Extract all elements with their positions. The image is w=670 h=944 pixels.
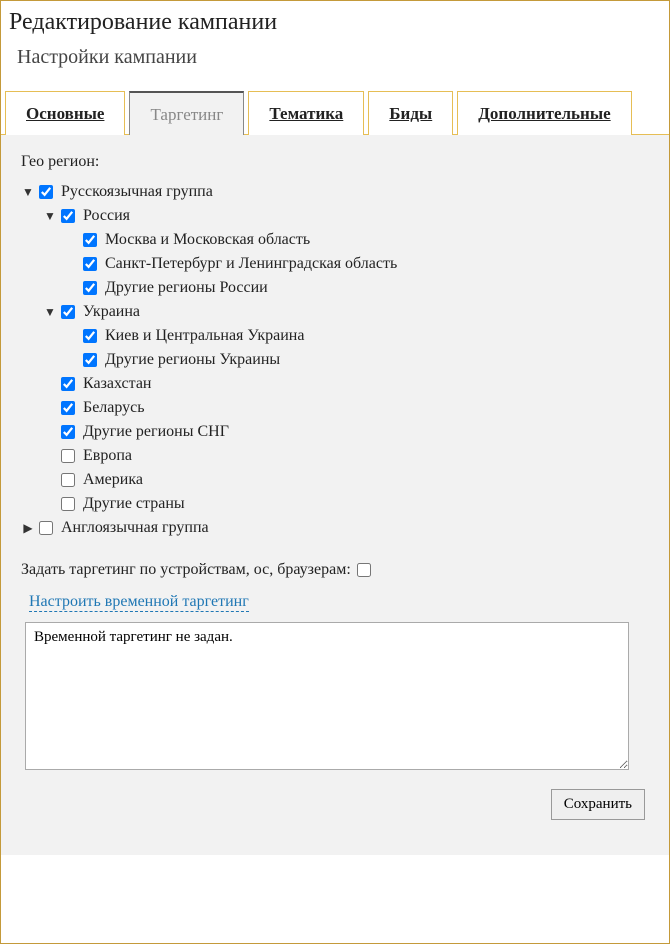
- geo-node-label: Америка: [83, 471, 143, 489]
- geo-node-label: Другие страны: [83, 495, 185, 513]
- geo-node-label: Русскоязычная группа: [61, 183, 213, 201]
- geo-checkbox[interactable]: [83, 353, 97, 367]
- geo-checkbox[interactable]: [39, 185, 53, 199]
- caret-right-icon[interactable]: ▶: [21, 521, 35, 536]
- geo-checkbox[interactable]: [61, 497, 75, 511]
- geo-node-label: Санкт-Петербург и Ленинградская область: [105, 255, 397, 273]
- tab-extra[interactable]: Дополнительные: [457, 91, 631, 135]
- geo-tree: ▼ Русскоязычная группа ▼ Россия ▶ Москва и Мо…: [21, 183, 649, 537]
- geo-checkbox[interactable]: [61, 425, 75, 439]
- geo-checkbox[interactable]: [61, 305, 75, 319]
- geo-checkbox[interactable]: [61, 449, 75, 463]
- geo-node-label: Англоязычная группа: [61, 519, 209, 537]
- geo-checkbox[interactable]: [61, 401, 75, 415]
- geo-node-label: Киев и Центральная Украина: [105, 327, 304, 345]
- time-targeting-link[interactable]: Настроить временной таргетинг: [29, 593, 249, 612]
- save-button[interactable]: Сохранить: [551, 789, 645, 820]
- caret-down-icon[interactable]: ▼: [21, 185, 35, 200]
- caret-down-icon[interactable]: ▼: [43, 209, 57, 224]
- geo-node-label: Москва и Московская область: [105, 231, 310, 249]
- geo-node-label: Европа: [83, 447, 132, 465]
- geo-node-label: Другие регионы Украины: [105, 351, 280, 369]
- tab-bar: ОсновныеТаргетингТематикаБидыДополнитель…: [1, 91, 669, 135]
- tab-main[interactable]: Основные: [5, 91, 125, 135]
- page-title: Редактирование кампании: [9, 9, 657, 36]
- tab-theme[interactable]: Тематика: [248, 91, 364, 135]
- geo-checkbox[interactable]: [83, 329, 97, 343]
- geo-node-label: Россия: [83, 207, 130, 225]
- tab-panel-targeting: Гео регион: ▼ Русскоязычная группа ▼ Россия…: [1, 135, 669, 855]
- geo-node-label: Казахстан: [83, 375, 151, 393]
- tab-bids[interactable]: Биды: [368, 91, 453, 135]
- device-targeting-label: Задать таргетинг по устройствам, ос, бра…: [21, 561, 351, 579]
- geo-node-label: Беларусь: [83, 399, 145, 417]
- geo-node-label: Другие регионы России: [105, 279, 268, 297]
- geo-checkbox[interactable]: [83, 233, 97, 247]
- device-targeting-checkbox[interactable]: [357, 563, 371, 577]
- geo-region-label: Гео регион:: [21, 153, 649, 171]
- geo-node-label: Другие регионы СНГ: [83, 423, 229, 441]
- geo-checkbox[interactable]: [83, 281, 97, 295]
- geo-node-label: Украина: [83, 303, 140, 321]
- geo-checkbox[interactable]: [61, 377, 75, 391]
- geo-checkbox[interactable]: [39, 521, 53, 535]
- geo-checkbox[interactable]: [61, 209, 75, 223]
- time-targeting-textarea[interactable]: [25, 622, 629, 770]
- caret-down-icon[interactable]: ▼: [43, 305, 57, 320]
- geo-checkbox[interactable]: [83, 257, 97, 271]
- page-subtitle: Настройки кампании: [17, 46, 657, 69]
- tab-targeting[interactable]: Таргетинг: [129, 91, 244, 135]
- geo-checkbox[interactable]: [61, 473, 75, 487]
